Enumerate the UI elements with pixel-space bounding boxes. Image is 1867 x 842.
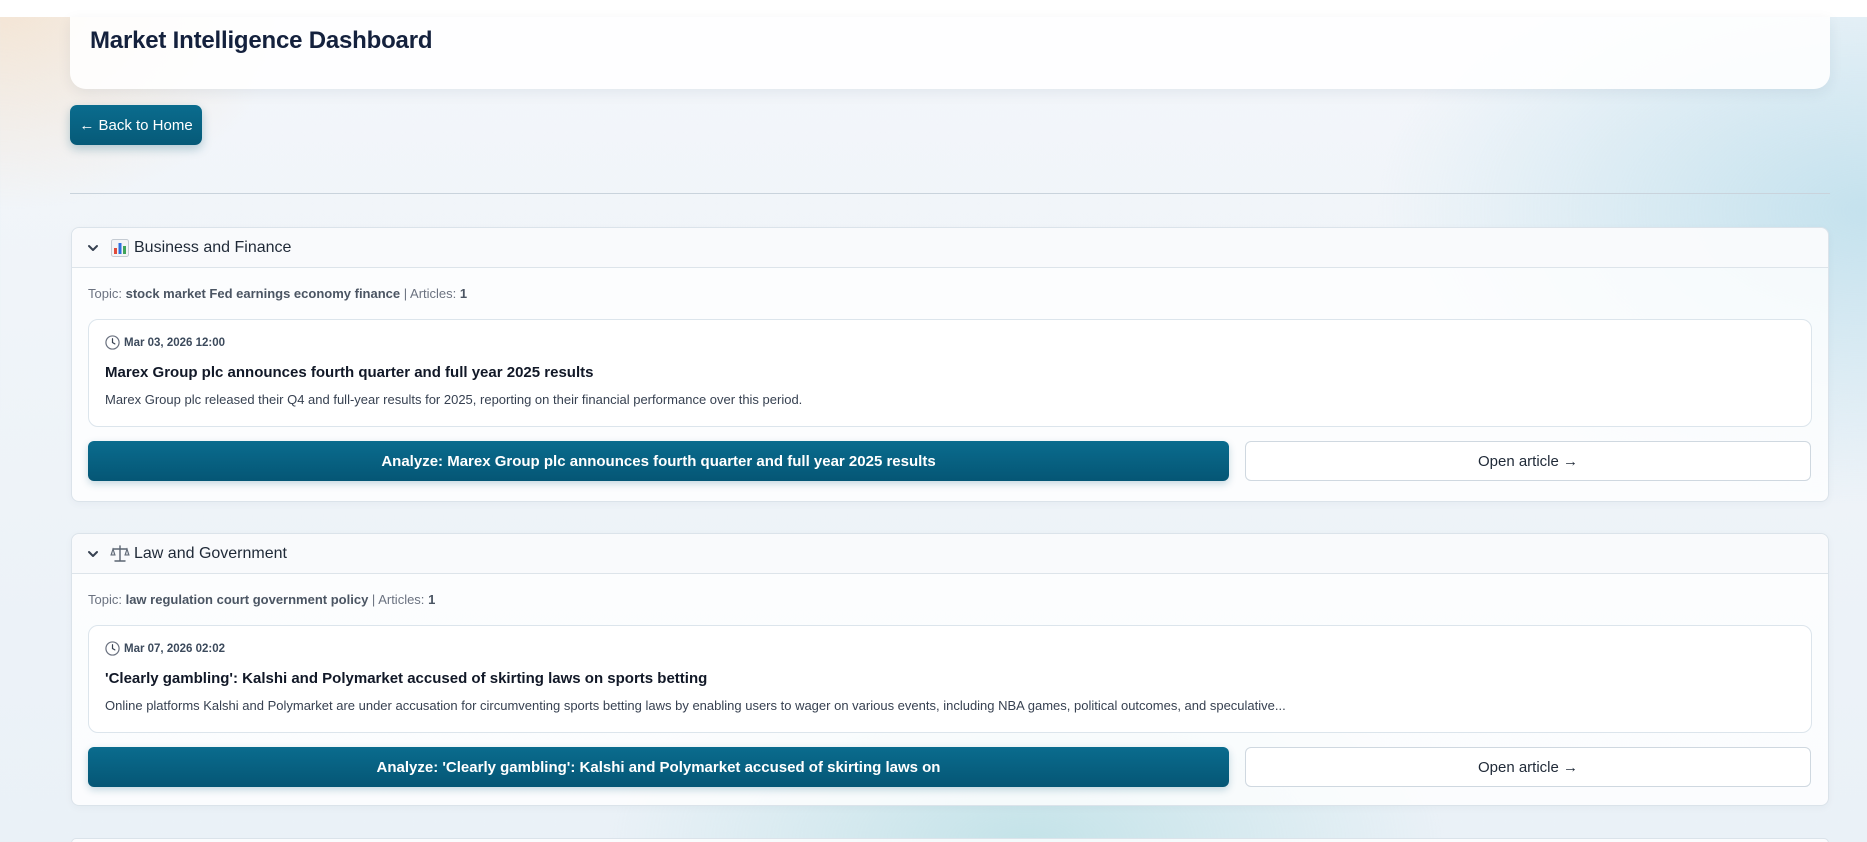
open-article-button[interactable]: Open article →	[1245, 441, 1811, 481]
category-section-law-government: Law and Government Topic: law regulation…	[71, 533, 1829, 806]
clock-icon	[105, 335, 121, 351]
article-title: Marex Group plc announces fourth quarter…	[105, 364, 594, 381]
article-actions: Analyze: 'Clearly gambling': Kalshi and …	[88, 747, 1812, 787]
section-header-business-finance[interactable]: Business and Finance	[72, 228, 1828, 268]
back-to-home-button[interactable]: ← Back to Home	[70, 105, 202, 145]
category-section-business-finance: Business and Finance Topic: stock market…	[71, 227, 1829, 502]
chevron-down-icon	[86, 241, 100, 255]
article-card: Mar 03, 2026 12:00 Marex Group plc annou…	[88, 319, 1812, 427]
topic-keywords: stock market Fed earnings economy financ…	[125, 286, 401, 301]
chevron-down-icon	[86, 547, 100, 561]
articles-prefix: | Articles:	[403, 286, 457, 301]
article-title: 'Clearly gambling': Kalshi and Polymarke…	[105, 670, 708, 687]
scales-icon	[110, 544, 130, 564]
header-card: Market Intelligence Dashboard	[70, 17, 1830, 89]
open-article-button[interactable]: Open article →	[1245, 747, 1811, 787]
section-header-law-government[interactable]: Law and Government	[72, 534, 1828, 574]
article-date-text: Mar 03, 2026 12:00	[124, 337, 226, 349]
top-bar	[0, 0, 1867, 17]
clock-icon	[105, 641, 121, 657]
section-title: Law and Government	[134, 544, 287, 562]
page-title: Market Intelligence Dashboard	[90, 27, 433, 54]
article-card: Mar 07, 2026 02:02 'Clearly gambling': K…	[88, 625, 1812, 733]
article-date: Mar 03, 2026 12:00	[105, 335, 1795, 351]
topic-prefix: Topic:	[88, 592, 122, 607]
section-title: Business and Finance	[134, 238, 292, 256]
article-date-text: Mar 07, 2026 02:02	[124, 643, 226, 655]
topic-keywords: law regulation court government policy	[125, 592, 369, 607]
article-count: 1	[428, 592, 436, 607]
articles-prefix: | Articles:	[371, 592, 425, 607]
divider	[70, 193, 1830, 194]
article-summary: Online platforms Kalshi and Polymarket a…	[105, 698, 1286, 713]
next-section-edge	[71, 838, 1829, 842]
article-summary: Marex Group plc released their Q4 and fu…	[105, 392, 803, 407]
topic-prefix: Topic:	[88, 286, 122, 301]
bar-chart-icon	[110, 238, 130, 258]
article-date: Mar 07, 2026 02:02	[105, 641, 1795, 657]
analyze-button[interactable]: Analyze: 'Clearly gambling': Kalshi and …	[88, 747, 1229, 787]
article-actions: Analyze: Marex Group plc announces fourt…	[88, 441, 1812, 481]
analyze-button[interactable]: Analyze: Marex Group plc announces fourt…	[88, 441, 1229, 481]
article-count: 1	[459, 286, 468, 301]
topic-line: Topic: stock market Fed earnings economy…	[88, 286, 1828, 301]
topic-line: Topic: law regulation court government p…	[88, 592, 1828, 607]
